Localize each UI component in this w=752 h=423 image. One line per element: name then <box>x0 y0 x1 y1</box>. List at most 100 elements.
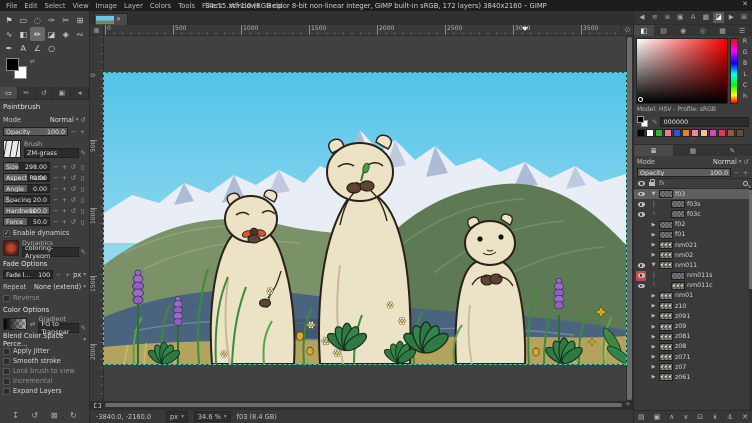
fade-unit-dropdown-icon[interactable]: ▾ <box>83 272 86 278</box>
slider-tag-icon[interactable]: ▯ <box>79 185 86 193</box>
eraser-tool-icon[interactable]: ◪ <box>45 27 59 41</box>
menu-colors[interactable]: Colors <box>147 2 174 10</box>
layer-row[interactable]: └ f03c <box>634 209 752 219</box>
layer-expander-icon[interactable]: ▶ <box>650 232 657 238</box>
fade-length-slider[interactable]: Fade l… 100 <box>3 270 53 279</box>
delete-layer-button[interactable]: ✕ <box>742 413 748 421</box>
layer-visibility-toggle[interactable] <box>636 332 646 342</box>
layer-row[interactable]: ├ f03s <box>634 199 752 209</box>
layer-row[interactable]: └ nm011c <box>634 281 752 291</box>
mini-fg-bg-swatch[interactable] <box>637 116 649 127</box>
option-checkbox[interactable] <box>3 388 10 395</box>
crop-tool-icon[interactable]: ✂ <box>59 13 73 27</box>
opacity-slider[interactable]: Opacity 100.0 <box>3 127 68 136</box>
move-tool-icon[interactable]: ⚑ <box>2 13 16 27</box>
repeat-value[interactable]: None (extend) <box>34 283 81 291</box>
layer-opacity-plus-icon[interactable]: + <box>742 169 749 177</box>
layer-visibility-toggle[interactable] <box>636 311 646 321</box>
fade-unit[interactable]: px <box>73 271 81 279</box>
color-history-swatch[interactable] <box>736 129 744 137</box>
component-button[interactable]: L <box>740 71 750 82</box>
reverse-checkbox[interactable] <box>3 295 10 302</box>
layer-row[interactable]: ▶ z10 <box>634 301 752 311</box>
unit-select[interactable]: px▾ <box>166 411 188 422</box>
dynamics-edit-icon[interactable]: ✎ <box>81 248 86 256</box>
reverse-row[interactable]: Reverse <box>3 293 86 303</box>
gradient-edit-icon[interactable]: ✎ <box>81 324 86 332</box>
color-history-swatch[interactable] <box>727 129 735 137</box>
option-checkbox-row[interactable]: Expand Layers <box>3 386 86 396</box>
menu-select[interactable]: Select <box>42 2 69 10</box>
menu-file[interactable]: File <box>3 2 20 10</box>
saturation-value-square[interactable] <box>636 38 728 104</box>
rectangle-select-tool-icon[interactable]: ▭ <box>16 13 30 27</box>
layer-expander-icon[interactable]: ▶ <box>650 374 657 380</box>
raise-layer-button[interactable]: ∧ <box>669 413 674 421</box>
menu-view[interactable]: View <box>70 2 92 10</box>
layer-visibility-toggle[interactable] <box>636 220 646 230</box>
option-checkbox-row[interactable]: Incremental <box>3 376 86 386</box>
slider-tag-icon[interactable]: ▯ <box>79 196 86 204</box>
chevron-left-icon[interactable]: ◀ <box>636 12 648 23</box>
tab-gradients-icon[interactable]: ◪ <box>713 12 725 23</box>
merge-down-button[interactable]: ↡ <box>712 413 718 421</box>
component-button[interactable]: h <box>740 93 750 104</box>
dock-menu-icon[interactable]: ◂ <box>71 87 89 99</box>
brush-name[interactable]: ZM-grass <box>24 148 79 158</box>
tab-device-status[interactable]: ✏ <box>18 87 36 99</box>
zoom-select[interactable]: 34.6 %▾ <box>194 411 231 422</box>
save-tool-preset-button[interactable]: ↧ <box>12 411 19 420</box>
canvas-image[interactable] <box>104 73 626 364</box>
tab-scales[interactable]: ☰ <box>732 25 752 36</box>
slider-tag-icon[interactable]: ▯ <box>79 174 86 182</box>
option-checkbox[interactable] <box>3 358 10 365</box>
layer-row[interactable]: ▼ f03 <box>634 189 752 199</box>
brush-thumbnail[interactable] <box>3 140 21 158</box>
search-icon[interactable] <box>743 181 748 186</box>
layer-visibility-toggle[interactable] <box>636 352 646 362</box>
slider-reset-icon[interactable]: ↺ <box>70 174 77 182</box>
reset-tool-options-button[interactable]: ↻ <box>70 411 77 420</box>
option-checkbox-row[interactable]: Lock brush to view <box>3 366 86 376</box>
slider-plus-icon[interactable]: + <box>61 196 68 204</box>
color-history-swatch[interactable] <box>664 129 672 137</box>
dynamics-thumbnail[interactable] <box>3 240 19 256</box>
tab-patterns-icon[interactable]: ▩ <box>700 12 712 23</box>
color-edit-icon[interactable]: ✎ <box>652 118 657 126</box>
paintbrush-tool-icon[interactable]: ✏ <box>30 27 44 41</box>
tab-palette[interactable]: ▦ <box>713 25 733 36</box>
text-tool-icon[interactable]: A <box>16 41 30 55</box>
zoom-tool-icon[interactable]: ○ <box>45 41 59 55</box>
slider-minus-icon[interactable]: − <box>52 174 59 182</box>
lock-icon[interactable] <box>649 182 655 186</box>
unified-transform-tool-icon[interactable]: ⊞ <box>73 13 87 27</box>
menu-help[interactable]: Help <box>264 2 286 10</box>
layer-mode-switch-icon[interactable]: ↺ <box>744 158 749 166</box>
tab-layers[interactable]: ≣ <box>634 145 673 156</box>
layer-visibility-toggle[interactable] <box>636 250 646 260</box>
menu-image[interactable]: Image <box>93 2 120 10</box>
layer-expander-icon[interactable]: ▼ <box>650 262 657 268</box>
component-button[interactable]: C <box>740 82 750 93</box>
layer-visibility-toggle[interactable] <box>636 291 646 301</box>
menu-windows[interactable]: Windows <box>226 2 262 10</box>
color-history-swatch[interactable] <box>673 129 681 137</box>
tool-option-slider[interactable]: Aspect Ratio 0.00 <box>3 173 50 182</box>
color-history-swatch[interactable] <box>700 129 708 137</box>
tool-option-slider[interactable]: Size 298.00 <box>3 162 50 171</box>
slider-reset-icon[interactable]: ↺ <box>70 163 77 171</box>
fx-icon[interactable]: fx <box>659 180 665 187</box>
layer-row[interactable]: ├ nm011s <box>634 271 752 281</box>
tool-option-slider[interactable]: Angle 0.00 <box>3 184 50 193</box>
layer-row[interactable]: ▶ nm01 <box>634 291 752 301</box>
layer-row[interactable]: ▶ z061 <box>634 372 752 382</box>
component-button[interactable]: G <box>740 49 750 60</box>
tab-buffers-icon[interactable]: ≣ <box>662 12 674 23</box>
slider-minus-icon[interactable]: − <box>52 163 59 171</box>
option-checkbox[interactable] <box>3 368 10 375</box>
layer-row[interactable]: ▶ z08 <box>634 342 752 352</box>
delete-tool-preset-button[interactable]: ⊠ <box>51 411 58 420</box>
slider-minus-icon[interactable]: − <box>52 196 59 204</box>
layer-visibility-toggle[interactable] <box>636 281 646 291</box>
slider-tag-icon[interactable]: ▯ <box>79 163 86 171</box>
